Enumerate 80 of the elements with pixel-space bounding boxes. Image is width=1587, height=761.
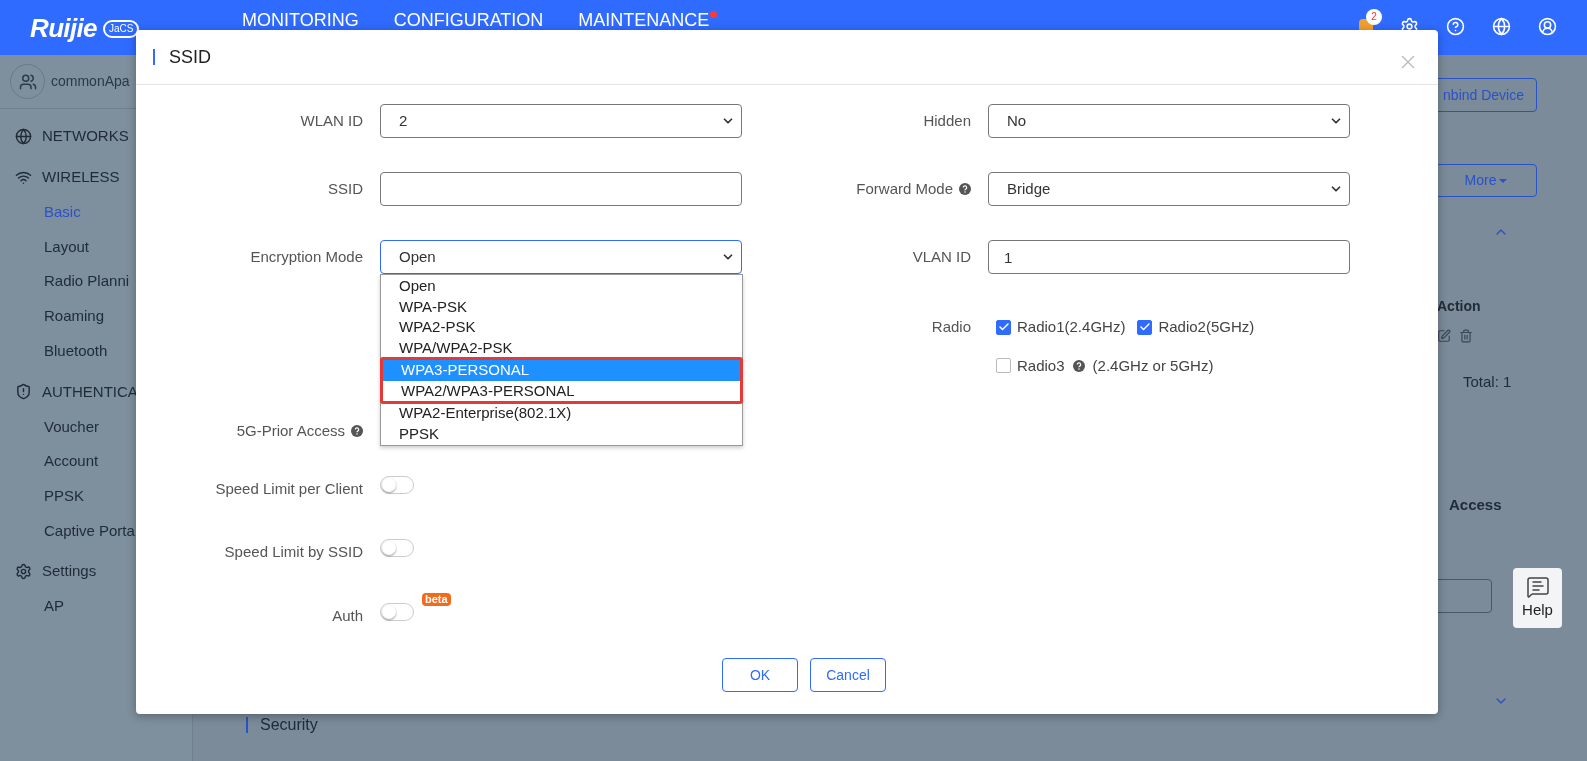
sidebar-item[interactable]: Roaming xyxy=(44,305,105,328)
sidebar-item[interactable]: PPSK xyxy=(44,484,85,508)
field-label: SSID xyxy=(328,178,363,199)
checkbox-note: (2.4GHz or 5GHz) xyxy=(1092,355,1214,376)
field-label: Hidden xyxy=(923,110,971,131)
sidebar-group[interactable]: Settings xyxy=(42,560,97,583)
help-icon xyxy=(959,183,971,195)
sidebar-item[interactable]: Account xyxy=(44,450,99,473)
dropdown-option[interactable]: WPA/WPA2-PSK xyxy=(381,337,742,358)
sidebar-item[interactable]: Layout xyxy=(44,235,90,259)
field-label: Auth xyxy=(332,605,363,626)
sidebar-item[interactable]: AP xyxy=(44,595,64,618)
input-field[interactable] xyxy=(380,172,742,206)
wifi-icon xyxy=(15,169,32,186)
field-label: VLAN ID xyxy=(912,246,971,267)
checkbox[interactable] xyxy=(1137,319,1153,335)
column-header: Action xyxy=(1437,297,1482,316)
select-value: Open xyxy=(399,246,436,267)
globe-icon xyxy=(15,128,32,145)
dialog-button[interactable]: OK xyxy=(722,658,798,692)
sidebar-group[interactable]: WIRELESS xyxy=(42,166,120,189)
field-label: Speed Limit per Client xyxy=(215,478,363,499)
field-label: Radio xyxy=(931,317,971,337)
nav-link[interactable]: MAINTENANCE xyxy=(578,10,710,30)
help-icon[interactable] xyxy=(1446,17,1465,36)
sidebar-item[interactable]: Captive Porta xyxy=(44,519,135,543)
sidebar-item[interactable]: Radio Planni xyxy=(44,270,130,293)
beta-badge: beta xyxy=(422,593,451,606)
checkbox-label: Radio2(5GHz) xyxy=(1158,317,1255,337)
dropdown-option[interactable]: WPA3-PERSONAL xyxy=(383,360,740,381)
nav-link[interactable]: MONITORING xyxy=(242,10,359,30)
chat-icon xyxy=(1525,574,1550,599)
checkbox-label: Radio1(2.4GHz) xyxy=(1017,317,1126,337)
settings-icon xyxy=(15,563,32,581)
field-label: Speed Limit by SSID xyxy=(224,541,363,562)
field-label: Encryption Mode xyxy=(250,246,363,267)
dropdown-option[interactable]: Open xyxy=(381,276,742,297)
sidebar-item[interactable]: Bluetooth xyxy=(44,339,108,363)
select-value: No xyxy=(1007,110,1027,131)
help-button[interactable]: Help xyxy=(1513,568,1562,628)
input-field[interactable]: 1 xyxy=(988,240,1350,274)
user-icon[interactable] xyxy=(1538,17,1557,36)
sidebar-group[interactable]: NETWORKS xyxy=(42,125,129,148)
checkbox[interactable] xyxy=(996,358,1011,374)
section-title: Security xyxy=(260,715,318,735)
select-value: Bridge xyxy=(1007,178,1051,199)
field-label: Forward Mode xyxy=(856,178,953,199)
dropdown-option[interactable]: PPSK xyxy=(381,423,742,444)
dialog-button[interactable]: Cancel xyxy=(810,658,886,692)
sidebar-group[interactable]: AUTHENTICA xyxy=(42,380,138,404)
access-label: Access xyxy=(1448,494,1503,515)
user-name: commonApa xyxy=(51,72,130,91)
select-field[interactable]: No xyxy=(988,104,1350,138)
select-field[interactable]: 2 xyxy=(380,104,742,138)
dropdown-option[interactable]: WPA-PSK xyxy=(381,296,742,317)
dialog-title: SSID xyxy=(169,45,211,69)
checkbox-label: Radio3 xyxy=(1017,355,1065,376)
total-count: Total: 1 xyxy=(1462,372,1513,392)
select-field[interactable]: Bridge xyxy=(988,172,1350,206)
toggle-switch[interactable] xyxy=(380,539,414,557)
trash-icon[interactable] xyxy=(1459,329,1473,343)
help-icon xyxy=(351,425,363,437)
field-label: WLAN ID xyxy=(300,110,363,131)
help-icon xyxy=(1072,359,1085,372)
sidebar-item[interactable]: Voucher xyxy=(44,415,100,439)
toggle-switch[interactable] xyxy=(380,603,414,621)
shield-icon xyxy=(15,383,32,401)
notification-badge: 2 xyxy=(1366,9,1382,25)
logo: Ruijie xyxy=(30,12,97,45)
dropdown-option[interactable]: WPA2-Enterprise(802.1X) xyxy=(381,403,742,424)
toggle-switch[interactable] xyxy=(380,476,414,494)
dropdown-option[interactable]: WPA2/WPA3-PERSONAL xyxy=(383,380,740,401)
globe-icon[interactable] xyxy=(1492,17,1511,36)
select-value: 2 xyxy=(399,110,408,131)
nav-link[interactable]: CONFIGURATION xyxy=(393,10,544,30)
select-field[interactable]: Open xyxy=(380,240,742,274)
edit-icon[interactable] xyxy=(1437,329,1451,343)
dropdown-option[interactable]: WPA2-PSK xyxy=(381,317,742,338)
checkbox[interactable] xyxy=(996,319,1011,335)
field-label: 5G-Prior Access xyxy=(236,420,345,441)
